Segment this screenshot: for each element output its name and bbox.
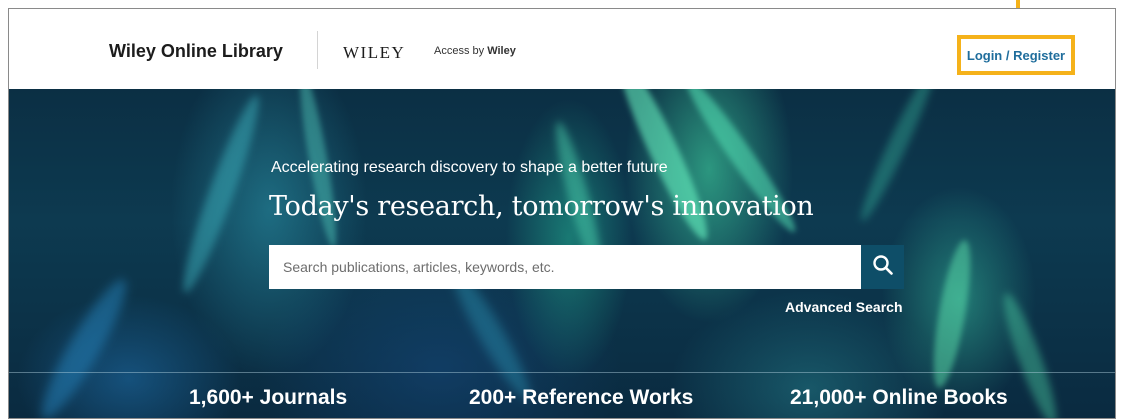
login-register-button[interactable]: Login / Register bbox=[957, 35, 1075, 75]
access-by-label: Access by Wiley bbox=[434, 45, 516, 57]
hero-strand bbox=[31, 272, 137, 418]
site-header: Wiley Online Library WILEY Access by Wil… bbox=[9, 9, 1115, 89]
hero-strand bbox=[853, 89, 943, 225]
stat-journals-link[interactable]: 1,600+ Journals bbox=[189, 386, 347, 410]
browser-frame: Wiley Online Library WILEY Access by Wil… bbox=[8, 8, 1116, 419]
hero-strand bbox=[173, 91, 269, 297]
search-input[interactable] bbox=[269, 245, 861, 289]
access-by-institution: Wiley bbox=[487, 45, 516, 57]
stat-reference-works-link[interactable]: 200+ Reference Works bbox=[469, 386, 693, 410]
hero-strand bbox=[926, 237, 978, 391]
brand-divider bbox=[317, 31, 318, 69]
search-button[interactable] bbox=[861, 245, 904, 289]
access-by-prefix: Access by bbox=[434, 45, 485, 57]
hero-headline: Today's research, tomorrow's innovation bbox=[269, 191, 814, 222]
search-box bbox=[269, 245, 861, 289]
stats-divider bbox=[9, 372, 1115, 373]
advanced-search-link[interactable]: Advanced Search bbox=[785, 299, 903, 315]
hero-banner: Accelerating research discovery to shape… bbox=[9, 89, 1115, 418]
search-icon bbox=[872, 254, 894, 281]
site-brand-link[interactable]: Wiley Online Library bbox=[109, 41, 283, 62]
stat-online-books-link[interactable]: 21,000+ Online Books bbox=[790, 386, 1008, 410]
wiley-logo[interactable]: WILEY bbox=[343, 43, 405, 63]
hero-tagline: Accelerating research discovery to shape… bbox=[271, 159, 668, 176]
